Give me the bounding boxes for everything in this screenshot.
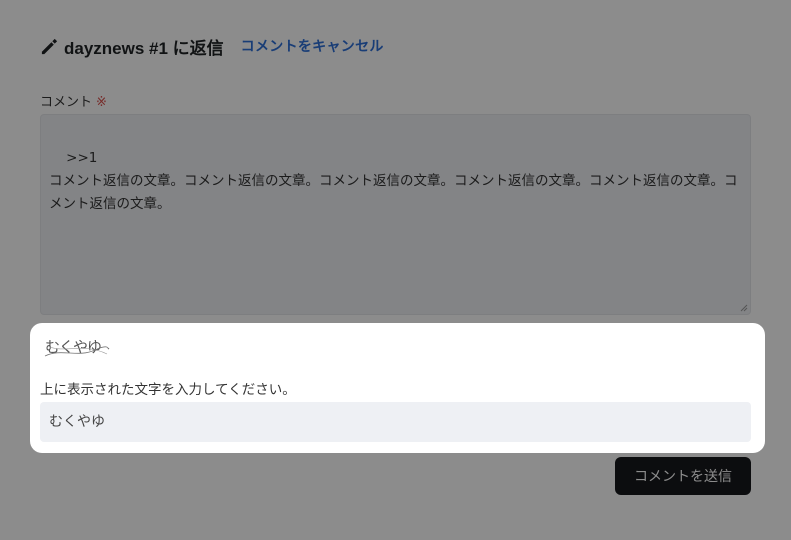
- modal-backdrop: [0, 0, 791, 540]
- captcha-instruction: 上に表示された文字を入力してください。: [40, 382, 296, 398]
- captcha-image: むくやゆ: [44, 338, 110, 357]
- captcha-input[interactable]: むくやゆ: [40, 402, 751, 442]
- captcha-panel: むくやゆ 上に表示された文字を入力してください。 むくやゆ: [30, 323, 765, 453]
